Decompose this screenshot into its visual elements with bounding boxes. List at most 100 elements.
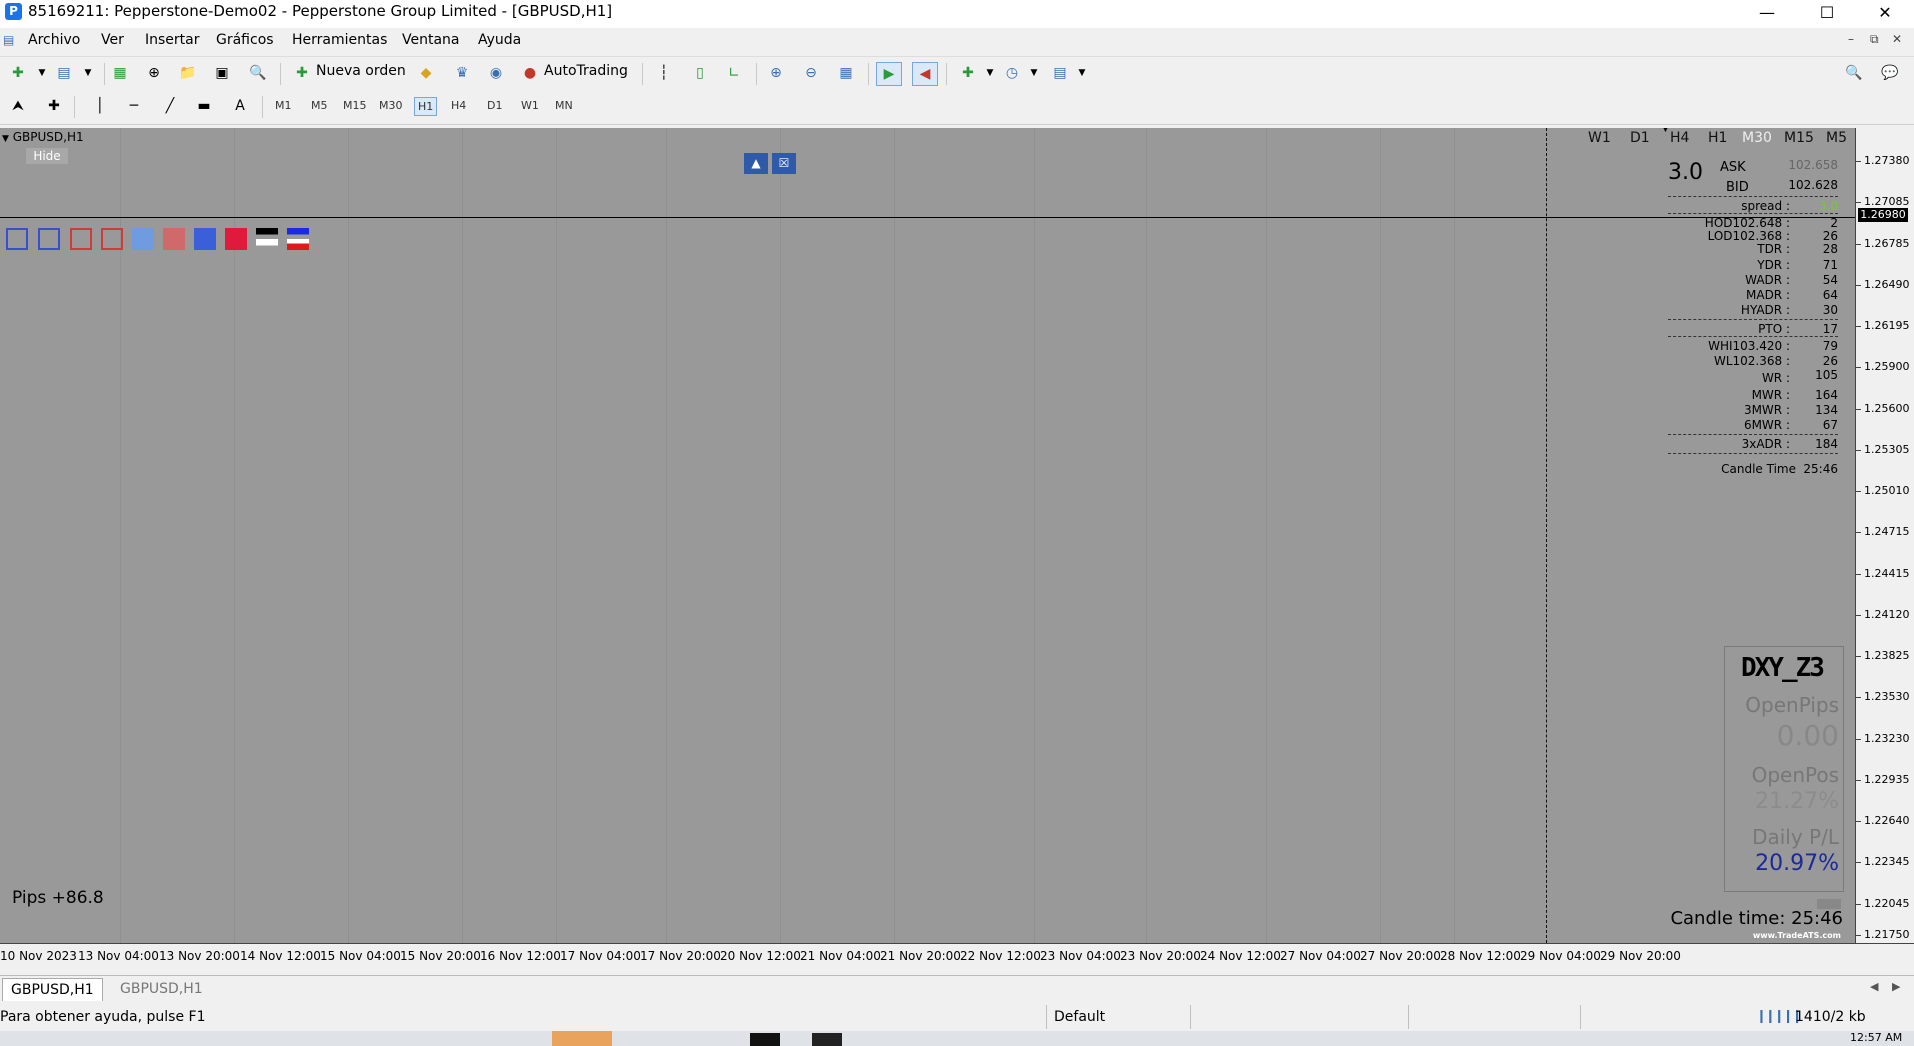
swatch-blue-outline[interactable] [38,228,60,250]
tile-windows-icon[interactable]: ▦ [834,62,858,84]
menu-ver[interactable]: Ver [101,32,124,48]
profiles-icon[interactable]: ▤ [52,62,76,84]
timeframe-m30[interactable]: M30 [376,97,406,114]
bar-chart-icon[interactable]: ┆ [652,62,676,84]
menu-ventana[interactable]: Ventana [402,32,460,48]
swatch-light-red[interactable] [163,228,185,250]
autotrading-icon[interactable]: ● [518,62,542,84]
menu-insertar[interactable]: Insertar [145,32,200,48]
mwr3-value: 134 [1815,403,1838,417]
tab-gbpusd-h1-active[interactable]: GBPUSD,H1 [2,978,103,1001]
signals-icon[interactable]: ♛ [450,62,474,84]
tf-m15-label[interactable]: M15 [1784,130,1814,146]
tab-scroll-left-icon[interactable]: ◀ [1870,980,1878,993]
vertical-line-icon[interactable]: │ [88,95,112,117]
chart-shift-icon[interactable]: ◀ [912,62,938,86]
autotrading-button[interactable]: AutoTrading [544,63,628,79]
tf-m30-label[interactable]: M30 [1742,130,1772,146]
radar-icon[interactable]: ◉ [484,62,508,84]
folder-icon[interactable]: 📁 [176,62,200,84]
timeframe-mn[interactable]: MN [552,97,576,114]
templates-icon[interactable]: ▤ [1048,62,1072,84]
collapse-arrow-icon[interactable]: ▼ [2,134,9,144]
swatch-red[interactable] [225,228,247,250]
chart-area[interactable]: ▼ GBPUSD,H1 Hide ▲ ☒ W1 D1 H4 H1 M30 M15… [0,128,1855,943]
price-tick: 1.23530 [1856,690,1910,703]
line-chart-icon[interactable]: ∟ [722,62,746,84]
dropdown-arrow-icon[interactable]: ▼ [978,62,1002,84]
hide-button[interactable]: Hide [26,148,68,164]
swatch-blue[interactable] [194,228,216,250]
taskbar-active-app[interactable] [552,1031,612,1046]
menu-graficos[interactable]: Gráficos [216,32,274,48]
metaeditor-icon[interactable]: ◆ [414,62,438,84]
price-tick: 1.24715 [1856,525,1910,538]
tf-m5-label[interactable]: M5 [1826,130,1847,146]
taskbar-app-icon[interactable] [750,1033,780,1046]
crosshair-icon[interactable]: ✚ [42,95,66,117]
dropdown-arrow-icon[interactable]: ▼ [30,62,54,84]
timeframe-w1[interactable]: W1 [518,97,542,114]
horizontal-line-icon[interactable]: ─ [122,95,146,117]
tf-d1-label[interactable]: D1 [1630,130,1650,146]
new-chart-icon[interactable]: ✚ [6,62,30,84]
price-level-line [0,217,1855,218]
dropdown-arrow-icon[interactable]: ▼ [1070,62,1094,84]
wlo-row: WL102.368 : 26 [1668,354,1838,369]
mdi-minimize-button[interactable]: – [1848,32,1854,46]
mwr3-row: 3MWR : 134 [1668,403,1838,418]
timeframe-m15[interactable]: M15 [340,97,370,114]
dropdown-arrow-icon[interactable]: ▼ [76,62,100,84]
text-tool-icon[interactable]: A [228,95,252,117]
swatch-blue-red[interactable] [287,228,309,250]
minimize-button[interactable]: — [1744,0,1790,28]
timeframe-h4[interactable]: H4 [448,97,469,114]
swatch-blue-outline[interactable] [6,228,28,250]
search-icon[interactable]: 🔍 [1842,62,1866,84]
price-tick: 1.25305 [1856,443,1910,456]
document-icon[interactable]: ▤ [3,33,14,47]
maximize-button[interactable]: ☐ [1804,0,1850,28]
swatch-light-blue[interactable] [132,228,154,250]
close-panel-button[interactable]: ☒ [772,153,796,174]
new-order-icon[interactable]: ✚ [290,62,314,84]
terminal-icon[interactable]: ▣ [210,62,234,84]
swatch-red-outline[interactable] [70,228,92,250]
dropdown-arrow-icon[interactable]: ▼ [1022,62,1046,84]
chat-icon[interactable]: 💬 [1878,62,1902,84]
mdi-close-button[interactable]: ✕ [1892,32,1902,46]
periods-clock-icon[interactable]: ◷ [1000,62,1024,84]
navigator-crosshair-icon[interactable]: ⊕ [142,62,166,84]
ydr-value: 71 [1822,258,1838,272]
menu-ayuda[interactable]: Ayuda [478,32,521,48]
candlestick-chart-icon[interactable]: ▯ [688,62,712,84]
market-watch-icon[interactable]: ▦ [108,62,132,84]
tf-w1-label[interactable]: W1 [1588,130,1611,146]
close-button[interactable]: ✕ [1862,0,1908,28]
cursor-icon[interactable]: ⮝ [6,95,30,117]
tf-h4-label[interactable]: H4 [1670,130,1689,146]
zoom-in-icon[interactable]: ⊕ [764,62,788,84]
menu-herramientas[interactable]: Herramientas [292,32,387,48]
zoom-out-icon[interactable]: ⊖ [799,62,823,84]
watermark: www.TradeATS.com [1752,931,1841,940]
tab-gbpusd-h1[interactable]: GBPUSD,H1 [112,978,211,1000]
timeframe-d1[interactable]: D1 [484,97,505,114]
auto-scroll-icon[interactable]: ▶ [876,62,902,86]
swatch-red-outline[interactable] [101,228,123,250]
timeframe-m5[interactable]: M5 [308,97,331,114]
mdi-restore-button[interactable]: ⧉ [1870,32,1879,47]
tf-h1-label[interactable]: H1 [1708,130,1727,146]
strategy-tester-icon[interactable]: 🔍 [246,62,270,84]
collapse-up-button[interactable]: ▲ [744,153,768,174]
timeframe-h1[interactable]: H1 [414,97,438,116]
rectangle-icon[interactable]: ▬ [192,95,216,117]
timeframe-m1[interactable]: M1 [272,97,295,114]
tab-scroll-right-icon[interactable]: ▶ [1892,980,1900,993]
trendline-icon[interactable]: ╱ [158,95,182,117]
swatch-black-white[interactable] [256,228,278,250]
menu-archivo[interactable]: Archivo [28,32,80,48]
taskbar-app-icon[interactable] [812,1033,842,1046]
indicators-icon[interactable]: ✚ [956,62,980,84]
new-order-button[interactable]: Nueva orden [316,63,406,79]
